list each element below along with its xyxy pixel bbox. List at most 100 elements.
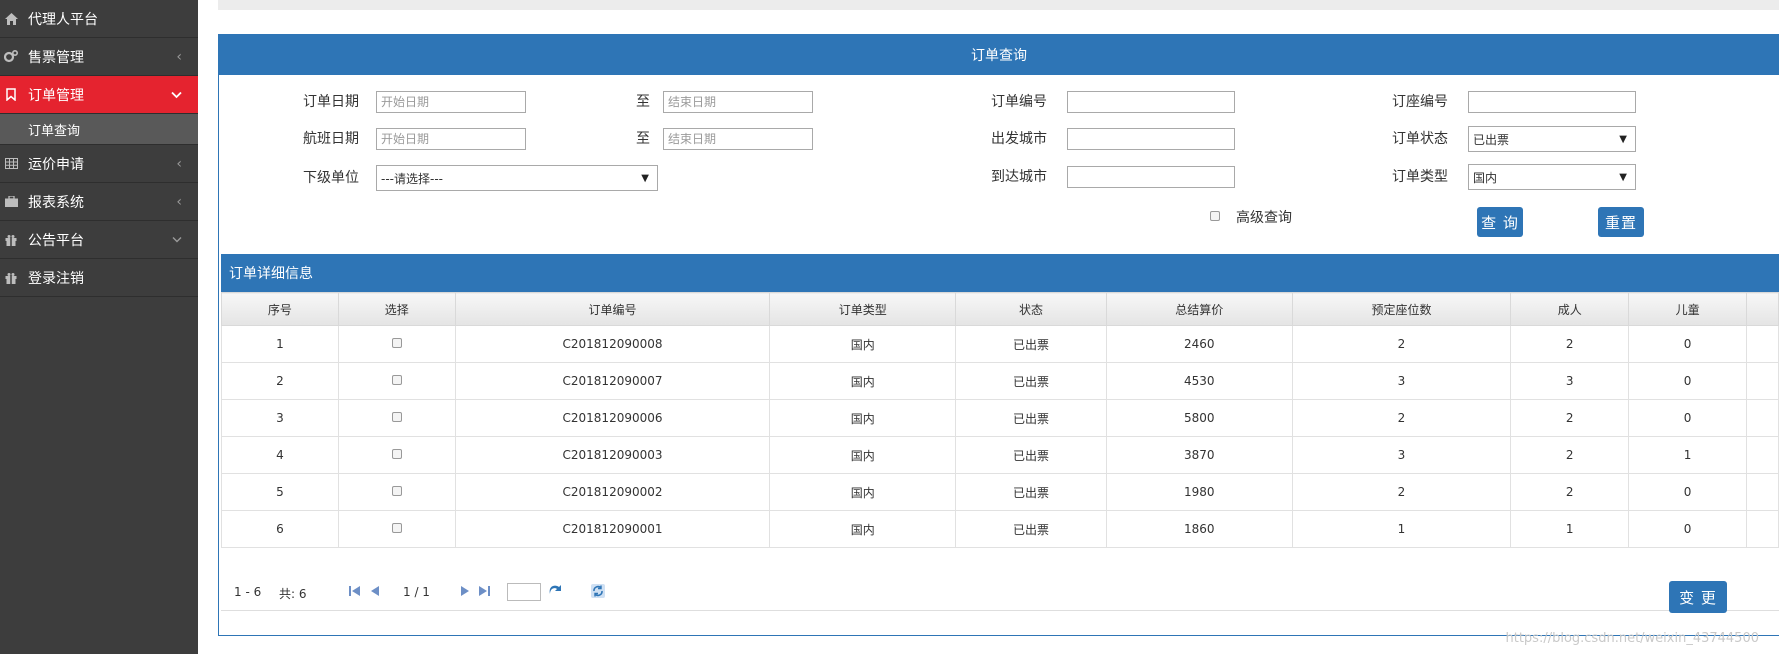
order-type-select[interactable]: 国内 ▼ bbox=[1468, 164, 1636, 190]
first-page-icon[interactable] bbox=[349, 585, 361, 600]
sub-unit-select[interactable]: ---请选择--- ▼ bbox=[376, 165, 658, 191]
sidebar-item-label: 运价申请 bbox=[28, 156, 84, 173]
cell-status: 已出票 bbox=[955, 399, 1107, 437]
arrival-city-label: 到达城市 bbox=[991, 169, 1047, 185]
order-status-select[interactable]: 已出票 ▼ bbox=[1468, 126, 1636, 152]
pager-range: 1 - 6 bbox=[234, 585, 262, 599]
column-header[interactable]: 总结算价 bbox=[1105, 292, 1293, 326]
cell-adults: 2 bbox=[1510, 436, 1630, 474]
advanced-query-checkbox[interactable] bbox=[1210, 211, 1220, 221]
query-button[interactable]: 查 询 bbox=[1477, 207, 1523, 237]
prev-page-icon[interactable] bbox=[370, 585, 380, 600]
row-checkbox[interactable] bbox=[391, 412, 402, 422]
cell-seq: 1 bbox=[221, 325, 339, 363]
cell-children: 0 bbox=[1628, 362, 1747, 400]
cell-total-price: 1860 bbox=[1105, 510, 1293, 548]
row-checkbox[interactable] bbox=[391, 375, 402, 385]
cell-seats: 1 bbox=[1291, 510, 1512, 548]
column-header[interactable]: 序号 bbox=[221, 292, 339, 326]
table-row[interactable]: 1 C201812090008 国内 已出票 2460 2 2 0 bbox=[221, 325, 1779, 363]
order-no-label: 订单编号 bbox=[991, 94, 1047, 110]
cell-adults: 3 bbox=[1510, 362, 1630, 400]
table-row[interactable]: 4 C201812090003 国内 已出票 3870 3 2 1 bbox=[221, 436, 1779, 474]
divider bbox=[221, 610, 1779, 611]
departure-city-input[interactable] bbox=[1067, 128, 1235, 150]
sidebar-item-logout[interactable]: 登录注销 bbox=[0, 259, 198, 297]
order-no-input[interactable] bbox=[1067, 91, 1235, 113]
column-header[interactable]: 选择 bbox=[337, 292, 456, 326]
column-header[interactable]: 状态 bbox=[955, 292, 1107, 326]
row-checkbox[interactable] bbox=[391, 338, 402, 348]
order-table: 序号 选择 订单编号 订单类型 状态 总结算价 预定座位数 成人 儿童 1 C2… bbox=[221, 292, 1779, 548]
table-row[interactable]: 5 C201812090002 国内 已出票 1980 2 2 0 bbox=[221, 473, 1779, 511]
cell-seats: 2 bbox=[1291, 473, 1512, 511]
sidebar-item-label: 公告平台 bbox=[28, 232, 84, 249]
cell-order-type: 国内 bbox=[769, 325, 957, 363]
cell-empty bbox=[1745, 473, 1779, 511]
change-button[interactable]: 变 更 bbox=[1669, 581, 1727, 613]
cell-order-no: C201812090003 bbox=[454, 436, 771, 474]
table-row[interactable]: 6 C201812090001 国内 已出票 1860 1 1 0 bbox=[221, 510, 1779, 548]
flight-date-end-input[interactable] bbox=[663, 128, 813, 150]
order-date-end-input[interactable] bbox=[663, 91, 813, 113]
sidebar-item-agent-platform[interactable]: 代理人平台 bbox=[0, 0, 198, 38]
cell-select bbox=[337, 473, 456, 511]
sidebar-item-fare-application[interactable]: 运价申请 ‹ bbox=[0, 145, 198, 183]
sidebar-item-label: 报表系统 bbox=[28, 194, 84, 211]
cell-empty bbox=[1745, 325, 1779, 363]
dropdown-arrow-icon: ▼ bbox=[641, 172, 649, 184]
cell-select bbox=[337, 362, 456, 400]
go-page-icon[interactable] bbox=[548, 585, 561, 600]
seat-no-label: 订座编号 bbox=[1392, 94, 1448, 110]
cell-total-price: 5800 bbox=[1105, 399, 1293, 437]
detail-title: 订单详细信息 bbox=[221, 254, 1779, 292]
page-jump-input[interactable] bbox=[507, 583, 541, 601]
panel-title: 订单查询 bbox=[219, 35, 1779, 75]
column-header[interactable]: 儿童 bbox=[1628, 292, 1747, 326]
refresh-icon[interactable] bbox=[591, 584, 605, 601]
arrival-city-input[interactable] bbox=[1067, 166, 1235, 188]
row-checkbox[interactable] bbox=[391, 523, 402, 533]
order-type-value: 国内 bbox=[1473, 170, 1498, 185]
cell-select bbox=[337, 399, 456, 437]
sidebar-subitem-order-query[interactable]: 订单查询 bbox=[0, 114, 198, 145]
dropdown-arrow-icon: ▼ bbox=[1619, 133, 1627, 145]
chevron-left-icon: ‹ bbox=[176, 155, 182, 172]
cell-status: 已出票 bbox=[955, 325, 1107, 363]
table-row[interactable]: 2 C201812090007 国内 已出票 4530 3 3 0 bbox=[221, 362, 1779, 400]
flight-date-start-input[interactable] bbox=[376, 128, 526, 150]
bookmark-icon bbox=[4, 88, 18, 102]
cell-empty bbox=[1745, 436, 1779, 474]
sidebar-item-notice-platform[interactable]: 公告平台 bbox=[0, 221, 198, 259]
order-query-panel: 订单查询 订单日期 至 订单编号 订座编号 航班日期 至 出发城市 订单状态 已… bbox=[218, 34, 1779, 636]
to-label: 至 bbox=[636, 131, 650, 147]
cell-seats: 2 bbox=[1291, 399, 1512, 437]
sidebar-item-order-management[interactable]: 订单管理 bbox=[0, 76, 198, 114]
column-header[interactable]: 订单类型 bbox=[769, 292, 957, 326]
row-checkbox[interactable] bbox=[391, 486, 402, 496]
order-status-label: 订单状态 bbox=[1392, 131, 1448, 147]
to-label: 至 bbox=[636, 94, 650, 110]
column-header[interactable]: 订单编号 bbox=[454, 292, 771, 326]
row-checkbox[interactable] bbox=[391, 449, 402, 459]
reset-button[interactable]: 重置 bbox=[1598, 207, 1644, 237]
cell-total-price: 2460 bbox=[1105, 325, 1293, 363]
cell-select bbox=[337, 436, 456, 474]
cell-order-no: C201812090007 bbox=[454, 362, 771, 400]
seat-no-input[interactable] bbox=[1468, 91, 1636, 113]
column-header[interactable]: 成人 bbox=[1510, 292, 1630, 326]
cell-adults: 2 bbox=[1510, 399, 1630, 437]
sidebar-item-ticket-sales[interactable]: 售票管理 ‹ bbox=[0, 38, 198, 76]
last-page-icon[interactable] bbox=[478, 585, 490, 600]
order-type-label: 订单类型 bbox=[1392, 169, 1448, 185]
order-status-value: 已出票 bbox=[1473, 132, 1510, 147]
sidebar-item-report-system[interactable]: 报表系统 ‹ bbox=[0, 183, 198, 221]
order-date-start-input[interactable] bbox=[376, 91, 526, 113]
pager-total: 共: 6 bbox=[279, 587, 307, 601]
cell-seq: 5 bbox=[221, 473, 339, 511]
cell-order-no: C201812090001 bbox=[454, 510, 771, 548]
cell-status: 已出票 bbox=[955, 473, 1107, 511]
next-page-icon[interactable] bbox=[460, 585, 470, 600]
table-row[interactable]: 3 C201812090006 国内 已出票 5800 2 2 0 bbox=[221, 399, 1779, 437]
column-header[interactable]: 预定座位数 bbox=[1291, 292, 1512, 326]
